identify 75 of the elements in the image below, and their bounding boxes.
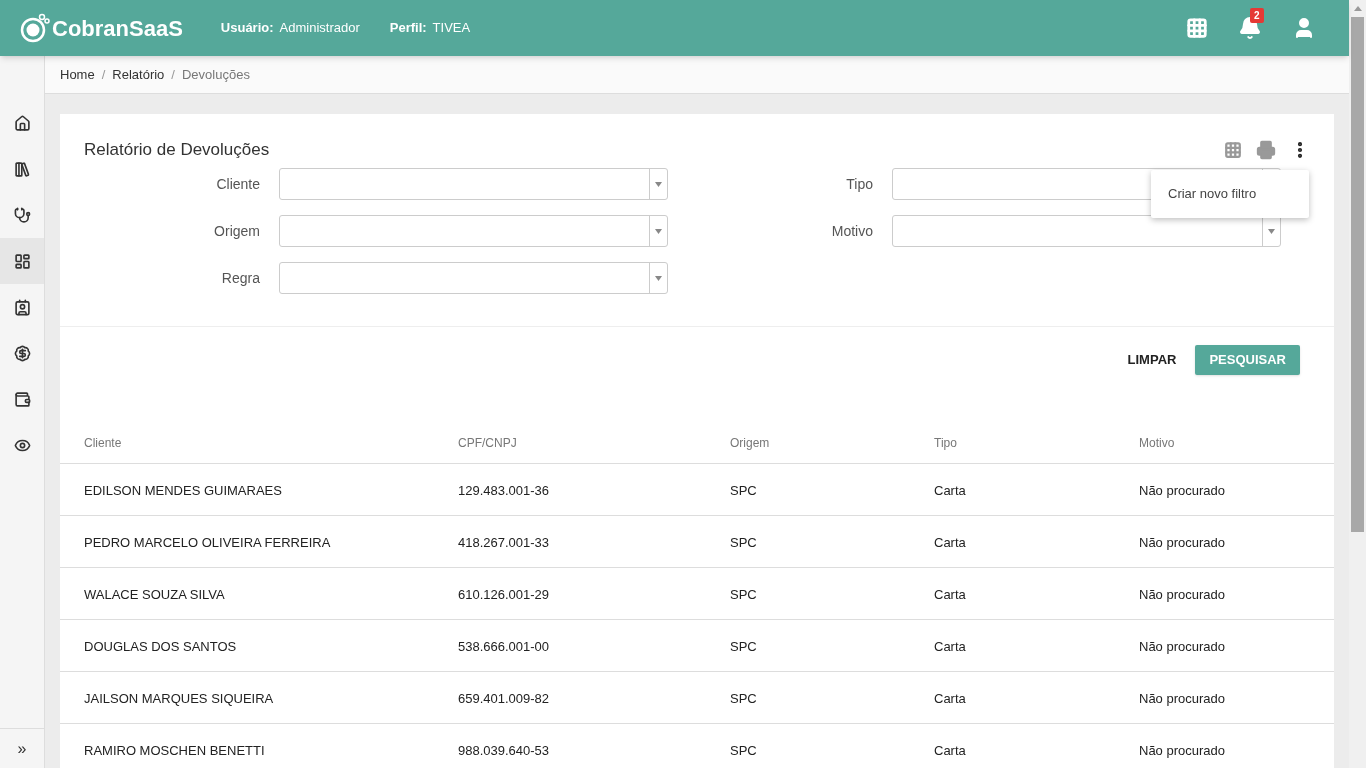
- table-cell: EDILSON MENDES GUIMARAES: [84, 482, 282, 498]
- field-label: Regra: [220, 268, 261, 288]
- scrollbar-thumb[interactable]: [1351, 17, 1364, 532]
- column-header: Motivo: [1139, 435, 1175, 450]
- table-cell: SPC: [730, 742, 757, 758]
- menu-item[interactable]: Criar novo filtro: [1151, 178, 1309, 210]
- clear-button[interactable]: LIMPAR: [1125, 345, 1179, 375]
- table-cell: SPC: [730, 690, 757, 706]
- table-cell: Não procurado: [1139, 638, 1225, 654]
- table-cell: Carta: [934, 690, 966, 706]
- table-cell: PEDRO MARCELO OLIVEIRA FERREIRA: [84, 534, 331, 550]
- grid-view-icon[interactable]: [1224, 140, 1242, 159]
- field-label: Origem: [213, 221, 261, 241]
- breadcrumb-link[interactable]: Home: [60, 64, 95, 85]
- table-cell: Não procurado: [1139, 742, 1225, 758]
- select-field[interactable]: [892, 215, 1281, 247]
- app-logo-text: CobranSaaS: [52, 14, 183, 43]
- home-icon: [13, 114, 31, 132]
- dropdown-caret-icon: [655, 181, 662, 187]
- table-cell: WALACE SOUZA SILVA: [84, 586, 225, 602]
- wallet-icon: [13, 390, 31, 408]
- table-cell: Não procurado: [1139, 534, 1225, 550]
- table-cell: Carta: [934, 586, 966, 602]
- select-field[interactable]: [279, 168, 668, 200]
- table-cell: Não procurado: [1139, 690, 1225, 706]
- select-field[interactable]: [279, 215, 668, 247]
- field-label: Motivo: [830, 221, 874, 241]
- table-cell: Carta: [934, 638, 966, 654]
- table-cell: SPC: [730, 586, 757, 602]
- table-cell: Carta: [934, 482, 966, 498]
- contact-card-icon: [13, 298, 31, 316]
- breadcrumb-separator: /: [171, 65, 175, 84]
- dashboard-icon: [13, 252, 31, 270]
- table-cell: SPC: [730, 638, 757, 654]
- dropdown-caret-icon: [655, 275, 662, 281]
- breadcrumb-separator: /: [101, 65, 106, 84]
- profile-name: TIVEA: [432, 19, 471, 38]
- column-header: Origem: [730, 435, 770, 450]
- table-cell: SPC: [730, 534, 757, 550]
- select-field[interactable]: [279, 262, 668, 294]
- book-stack-icon: [13, 160, 31, 178]
- table-cell: Carta: [934, 534, 966, 550]
- user-label: Usuário:: [220, 19, 274, 38]
- expand-sidebar-button[interactable]: »: [17, 736, 27, 761]
- dropdown-caret-icon: [1268, 228, 1275, 234]
- table-cell: Carta: [934, 742, 966, 758]
- table-cell: 418.267.001-33: [458, 534, 550, 550]
- table-cell: SPC: [730, 482, 757, 498]
- table-cell: 659.401.009-82: [458, 690, 550, 706]
- user-name: Administrador: [279, 19, 360, 38]
- field-label: Tipo: [845, 174, 874, 194]
- table-cell: Não procurado: [1139, 586, 1225, 602]
- logo-icon: [20, 13, 50, 43]
- table-cell: RAMIRO MOSCHEN BENETTI: [84, 742, 265, 758]
- card-title: Relatório de Devoluções: [84, 138, 270, 161]
- column-header: CPF/CNPJ: [458, 435, 517, 450]
- table-cell: 129.483.001-36: [458, 482, 550, 498]
- table-cell: DOUGLAS DOS SANTOS: [84, 638, 237, 654]
- table-cell: 988.039.640-53: [458, 742, 550, 758]
- sidebar-item[interactable]: [0, 238, 44, 284]
- notification-badge: 2: [1250, 8, 1264, 23]
- table-cell: 538.666.001-00: [458, 638, 550, 654]
- breadcrumb-link[interactable]: Relatório: [112, 64, 165, 85]
- column-header: Tipo: [934, 435, 957, 450]
- profile-label: Perfil:: [389, 19, 427, 38]
- dropdown-caret-icon: [655, 228, 662, 234]
- table-cell: 610.126.001-29: [458, 586, 550, 602]
- money-icon: [13, 344, 31, 362]
- field-label: Cliente: [215, 174, 261, 194]
- table-cell: Não procurado: [1139, 482, 1225, 498]
- table-cell: JAILSON MARQUES SIQUEIRA: [84, 690, 274, 706]
- column-header: Cliente: [84, 435, 122, 450]
- scroll-up-icon[interactable]: [1353, 6, 1362, 11]
- stethoscope-icon: [13, 206, 31, 224]
- apps-grid-icon[interactable]: [1186, 17, 1208, 39]
